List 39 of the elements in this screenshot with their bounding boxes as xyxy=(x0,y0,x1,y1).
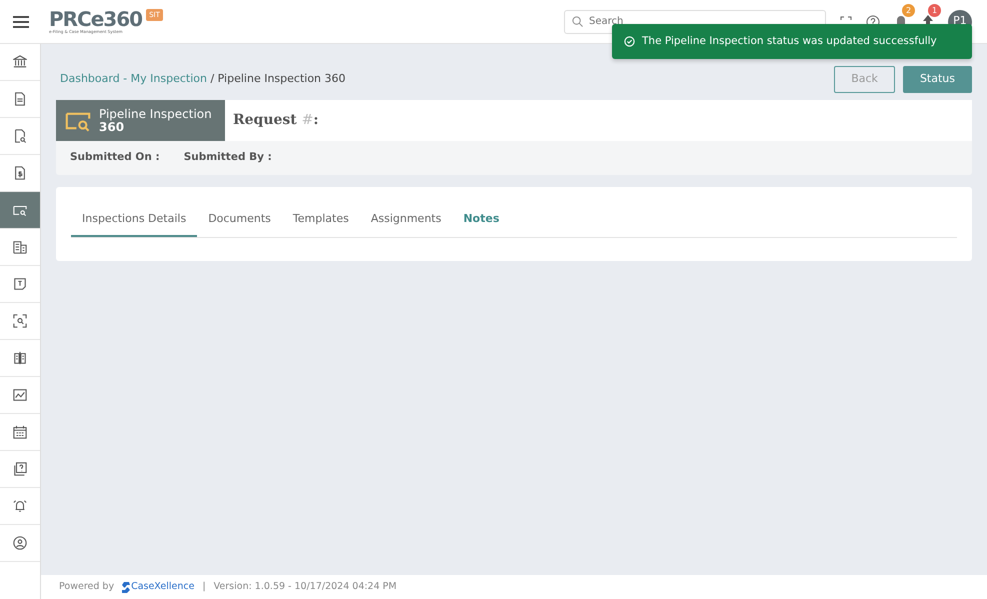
screen-search-icon xyxy=(13,203,27,217)
record-number: 360 xyxy=(99,120,124,134)
notification-count: 2 xyxy=(902,4,915,18)
building-icon xyxy=(13,240,27,254)
question-stack-icon xyxy=(13,462,27,476)
tab[interactable]: Assignments xyxy=(360,202,452,238)
breadcrumb-link[interactable]: Dashboard - My Inspection xyxy=(60,72,207,85)
alarm-bell-icon xyxy=(13,499,27,513)
document-search-icon xyxy=(13,129,27,143)
user-circle-icon xyxy=(13,536,27,550)
powered-by-text: Powered by xyxy=(59,580,114,594)
chart-icon xyxy=(13,388,27,402)
field-label: Submitted By : xyxy=(184,150,272,165)
tab[interactable]: Templates xyxy=(282,202,360,238)
tab[interactable]: Notes xyxy=(452,202,510,238)
breadcrumb-current: / Pipeline Inspection 360 xyxy=(210,72,346,85)
brand-name: CaseXellence xyxy=(131,580,194,594)
request-label: Request #: xyxy=(233,111,319,130)
tab[interactable]: Documents xyxy=(197,202,282,238)
separator-text: | xyxy=(202,580,206,594)
sidebar-item[interactable] xyxy=(0,192,40,229)
toast-message: The Pipeline Inspection status was updated successfully xyxy=(642,34,937,49)
status-button[interactable]: Status xyxy=(902,66,972,92)
field-label: Submitted On : xyxy=(70,150,160,165)
logo: PRCe360 xyxy=(49,8,142,28)
document-dollar-icon xyxy=(13,166,27,180)
note-icon xyxy=(13,277,27,291)
scan-search-icon xyxy=(13,314,27,328)
menu-icon[interactable] xyxy=(12,16,28,28)
check-circle-icon xyxy=(624,36,635,47)
record-type: Pipeline Inspection xyxy=(99,108,212,120)
bank-icon xyxy=(13,55,27,69)
alert-count: 1 xyxy=(928,4,941,18)
calendar-icon xyxy=(13,425,27,439)
brand-logo-icon xyxy=(122,582,130,592)
book-icon xyxy=(13,351,27,365)
version-text: Version: 1.0.59 - 10/17/2024 04:24 PM xyxy=(214,580,397,594)
document-icon xyxy=(13,92,27,106)
tab[interactable]: Inspections Details xyxy=(71,202,198,238)
